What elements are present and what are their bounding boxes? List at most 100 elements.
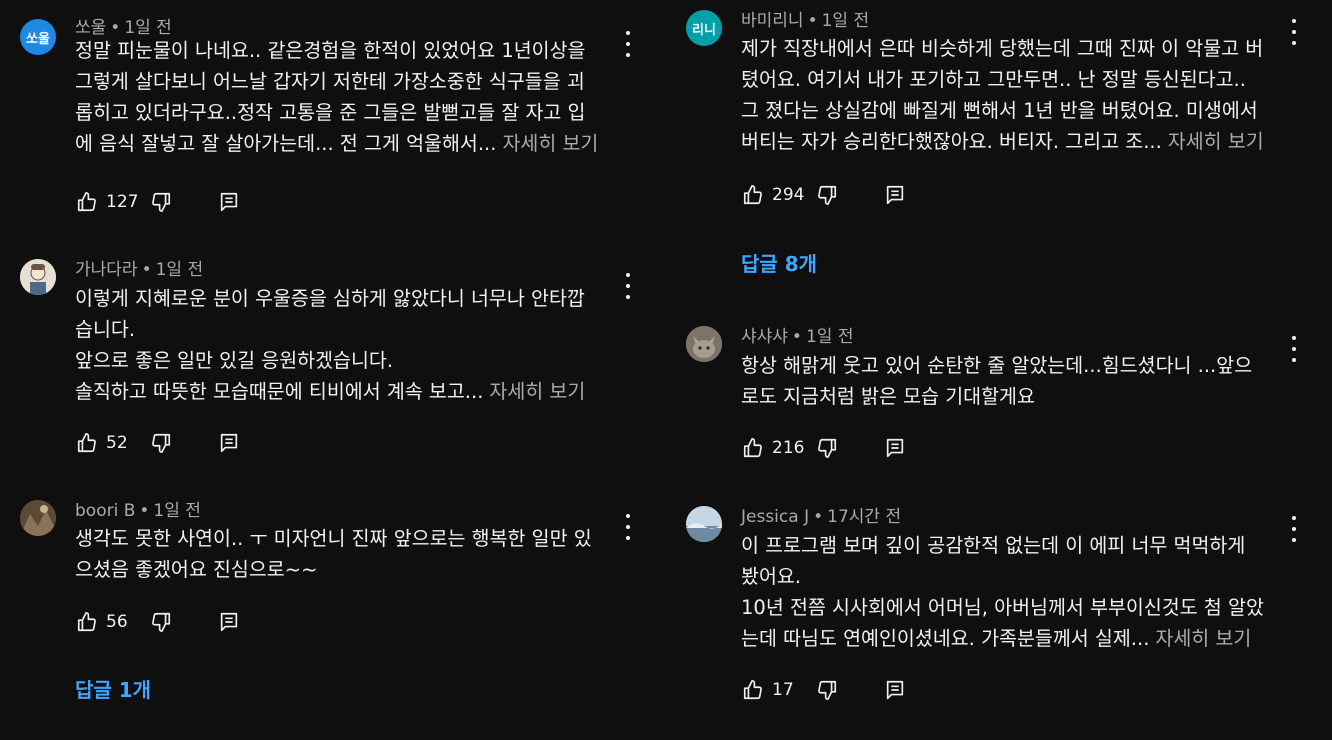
like-count: 216 (772, 438, 805, 458)
like-count: 17 (772, 680, 794, 700)
comment-line-text: 에 음식 잘넣고 잘 살아가는데... 전 그게 억울해서... (75, 132, 497, 155)
reply-icon (220, 192, 238, 212)
comment-line-last: 버티는 자가 승리한다했잖아요. 버티자. 그리고 조... 자세히 보기 (741, 126, 1286, 157)
avatar[interactable]: 리니 (686, 10, 722, 46)
avatar[interactable] (686, 506, 722, 542)
avatar[interactable] (20, 259, 56, 295)
comment-time[interactable]: 1일 전 (806, 327, 854, 347)
comment-line: 10년 전쯤 시사회에서 어머님, 아버님께서 부부이신것도 첨 알았 (741, 596, 1264, 619)
read-more-link[interactable]: 자세히 보기 (502, 132, 598, 155)
like-button[interactable]: 294 (742, 184, 816, 206)
thumbs-up-icon (77, 433, 96, 453)
comment-author[interactable]: 샤샤샤 (741, 327, 788, 347)
comment-line: 정말 피눈물이 나네요.. 같은경험을 한적이 있었어요 1년이상을 (75, 39, 586, 62)
thumbs-down-icon (818, 680, 837, 700)
comment-time[interactable]: 1일 전 (822, 11, 870, 31)
comment-meta: boori B • 1일 전 (75, 500, 201, 522)
thumbs-up-icon (743, 680, 762, 700)
comment-line: 이 프로그램 보며 깊이 공감한적 없는데 이 에피 너무 먹먹하게 (741, 534, 1246, 557)
meta-separator: • (791, 327, 802, 347)
avatar-illustration-icon (20, 259, 56, 295)
reply-button[interactable] (884, 184, 906, 206)
reply-button[interactable] (218, 432, 240, 454)
comment-author[interactable]: boori B (75, 501, 135, 521)
like-count: 56 (106, 612, 128, 632)
comment-line: 그 졌다는 상실감에 빠질게 뻔해서 1년 반을 버텼어요. 미생에서 (741, 99, 1258, 122)
dislike-button[interactable] (816, 184, 838, 206)
comment-line-text: 버티는 자가 승리한다했잖아요. 버티자. 그리고 조... (741, 130, 1162, 153)
thumbs-down-icon (818, 185, 837, 205)
avatar[interactable] (20, 500, 56, 536)
comment-text: 정말 피눈물이 나네요.. 같은경험을 한적이 있었어요 1년이상을 그렇게 살… (75, 35, 620, 159)
comment-time[interactable]: 1일 전 (156, 260, 204, 280)
thumbs-down-icon (152, 612, 171, 632)
comment-actions: 127 (76, 190, 240, 214)
dislike-button[interactable] (150, 611, 172, 633)
dislike-button[interactable] (816, 437, 838, 459)
comment-line: 생각도 못한 사연이.. ㅜ 미자언니 진짜 앞으로는 행복한 일만 있 (75, 527, 592, 550)
comment-line: 제가 직장내에서 은따 비슷하게 당했는데 그때 진짜 이 악물고 버 (741, 37, 1264, 60)
read-more-link[interactable]: 자세히 보기 (1168, 130, 1264, 153)
reply-icon (886, 185, 904, 205)
dislike-button[interactable] (816, 679, 838, 701)
comment-meta: 가나다라 • 1일 전 (75, 259, 203, 281)
like-button[interactable]: 216 (742, 437, 816, 459)
more-actions-icon[interactable] (1284, 19, 1304, 45)
comment-text: 제가 직장내에서 은따 비슷하게 당했는데 그때 진짜 이 악물고 버 텼어요.… (741, 33, 1286, 157)
reply-icon (220, 433, 238, 453)
reply-button[interactable] (218, 611, 240, 633)
comment-text: 생각도 못한 사연이.. ㅜ 미자언니 진짜 앞으로는 행복한 일만 있 으셨음… (75, 523, 620, 585)
read-more-link[interactable]: 자세히 보기 (1155, 627, 1251, 650)
more-actions-icon[interactable] (1284, 516, 1304, 542)
reply-icon (886, 438, 904, 458)
comment-line: 으셨음 좋겠어요 진심으로~~ (75, 558, 318, 581)
comment-author[interactable]: 바미리니 (741, 11, 804, 31)
meta-separator: • (139, 501, 150, 521)
more-actions-icon[interactable] (618, 514, 638, 540)
thumbs-down-icon (152, 192, 171, 212)
more-actions-icon[interactable] (618, 273, 638, 299)
reply-button[interactable] (218, 191, 240, 213)
avatar[interactable]: 쏘울 (20, 19, 56, 55)
reply-icon (220, 612, 238, 632)
thumbs-down-icon (818, 438, 837, 458)
comment-author[interactable]: Jessica J (741, 507, 809, 527)
avatar-initials: 쏘울 (26, 31, 50, 47)
comment-actions: 17 (742, 678, 906, 702)
comment-line-last: 솔직하고 따뜻한 모습때문에 티비에서 계속 보고... 자세히 보기 (75, 376, 620, 407)
comment-line: 항상 해맑게 웃고 있어 순탄한 줄 알았는데...힘드셨다니 ...앞으 (741, 354, 1253, 377)
more-actions-icon[interactable] (618, 31, 638, 57)
dislike-button[interactable] (150, 191, 172, 213)
comment-text: 이렇게 지혜로운 분이 우울증을 심하게 앓았다니 너무나 안타깝 습니다. 앞… (75, 283, 620, 407)
more-actions-icon[interactable] (1284, 336, 1304, 362)
thumbs-up-icon (77, 612, 96, 632)
view-replies-button[interactable]: 답글 1개 (75, 674, 151, 703)
read-more-link[interactable]: 자세히 보기 (489, 380, 585, 403)
like-button[interactable]: 52 (76, 432, 150, 454)
thumbs-up-icon (743, 438, 762, 458)
like-count: 294 (772, 185, 805, 205)
dislike-button[interactable] (150, 432, 172, 454)
comment-actions: 56 (76, 610, 240, 634)
comment-line-text: 솔직하고 따뜻한 모습때문에 티비에서 계속 보고... (75, 380, 484, 403)
comment-text: 항상 해맑게 웃고 있어 순탄한 줄 알았는데...힘드셨다니 ...앞으 로도… (741, 350, 1286, 412)
comment-line: 텼어요. 여기서 내가 포기하고 그만두면.. 난 정말 등신된다고.. (741, 68, 1246, 91)
view-replies-button[interactable]: 답글 8개 (741, 248, 817, 277)
comment-time[interactable]: 1일 전 (153, 501, 201, 521)
comment-line-last: 에 음식 잘넣고 잘 살아가는데... 전 그게 억울해서... 자세히 보기 (75, 128, 620, 159)
comment-line: 습니다. (75, 318, 136, 341)
thumbs-down-icon (152, 433, 171, 453)
comment-line: 봤어요. (741, 565, 802, 588)
comment-time[interactable]: 17시간 전 (827, 507, 901, 527)
comment-line: 롭히고 있더라구요..정작 고통을 준 그들은 발뻗고들 잘 자고 입 (75, 101, 586, 124)
reply-button[interactable] (884, 679, 906, 701)
avatar-initials: 리니 (692, 22, 716, 38)
comment-author[interactable]: 가나다라 (75, 260, 138, 280)
like-button[interactable]: 127 (76, 191, 150, 213)
comment-line-last: 는데 따님도 연예인이셨네요. 가족분들께서 실제... 자세히 보기 (741, 623, 1286, 654)
like-button[interactable]: 56 (76, 611, 150, 633)
reply-button[interactable] (884, 437, 906, 459)
comment-meta: 샤샤샤 • 1일 전 (741, 326, 853, 348)
like-button[interactable]: 17 (742, 679, 816, 701)
avatar[interactable] (686, 326, 722, 362)
